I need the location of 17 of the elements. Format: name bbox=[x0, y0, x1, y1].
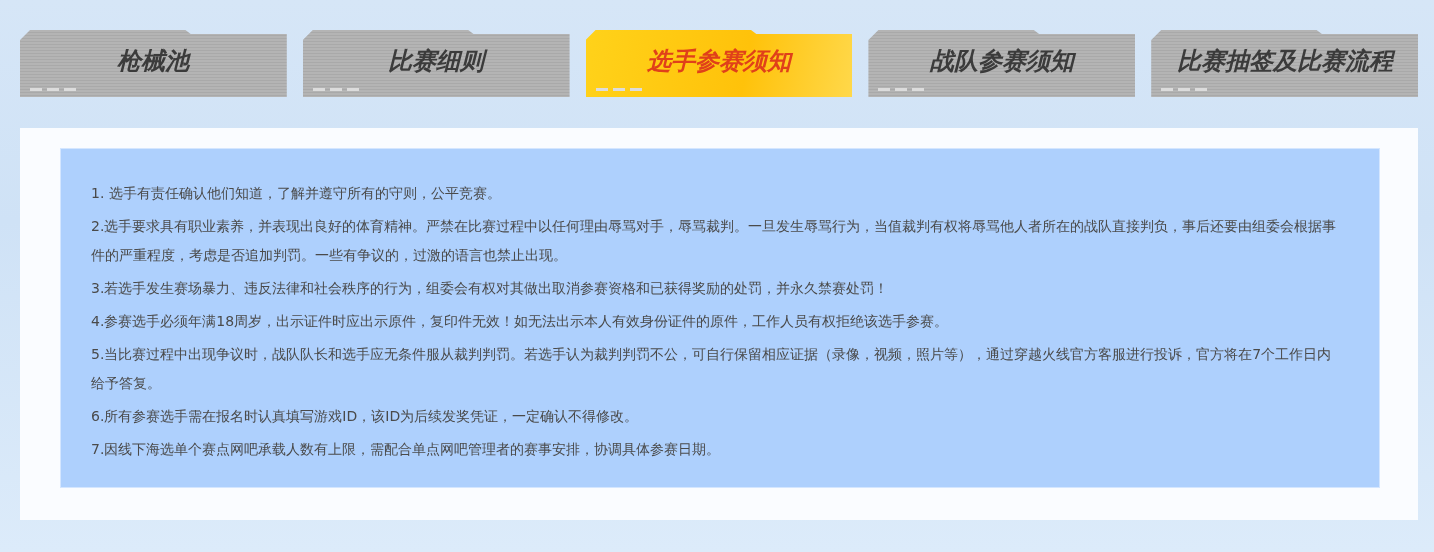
rule-paragraph: 7.因线下海选单个赛点网吧承载人数有上限，需配合单点网吧管理者的赛事安排，协调具体参赛日期。 bbox=[91, 440, 722, 459]
rule-paragraph: 5.当比赛过程中出现争议时，战队队长和选手应无条件服从裁判判罚。若选手认为裁判判罚不公，可自行保留相应证据（录像，视频，照片等），通过穿越火线官方客服进行投诉，官方将在7个工作日内给予答复。 bbox=[91, 345, 1333, 393]
tab[interactable]: 比赛细则 bbox=[302, 30, 570, 97]
dashes-icon bbox=[878, 88, 927, 91]
tab[interactable]: 比赛抽签及比赛流程 bbox=[1151, 30, 1418, 97]
dashes-icon bbox=[595, 88, 644, 91]
rule-paragraph: 3.若选手发生赛场暴力、违反法律和社会秩序的行为，组委会有权对其做出取消参赛资格和已获得奖励的处罚，并永久禁赛处罚！ bbox=[91, 279, 890, 298]
rule-paragraph: 6.所有参赛选手需在报名时认真填写游戏ID，该ID为后续发奖凭证，一定确认不得修改。 bbox=[91, 407, 640, 426]
tab[interactable]: 选手参赛须知 bbox=[585, 30, 853, 97]
dashes-icon bbox=[1161, 88, 1210, 91]
tab[interactable]: 战队参赛须知 bbox=[868, 30, 1136, 97]
dashes-icon bbox=[30, 88, 78, 91]
rule-paragraph: 4.参赛选手必须年满18周岁，出示证件时应出示原件，复印件无效！如无法出示本人有效身份证件的原件，工作人员有权拒绝该选手参赛。 bbox=[91, 312, 950, 331]
rule-paragraph: 2.选手要求具有职业素养，并表现出良好的体育精神。严禁在比赛过程中以任何理由辱骂对手，辱骂裁判。一旦发生辱骂行为，当值裁判有权将辱骂他人者所在的战队直接判负，事后还要由组委会根据事件的严重程度，考虑是否追加判罚。一些有争议的，过激的语言也禁止出现。 bbox=[91, 217, 1338, 265]
rule-paragraph: 1. 选手有责任确认他们知道，了解并遵守所有的守则，公平竞赛。 bbox=[91, 184, 502, 203]
dashes-icon bbox=[312, 88, 361, 91]
tab[interactable]: 枪械池 bbox=[20, 30, 287, 97]
